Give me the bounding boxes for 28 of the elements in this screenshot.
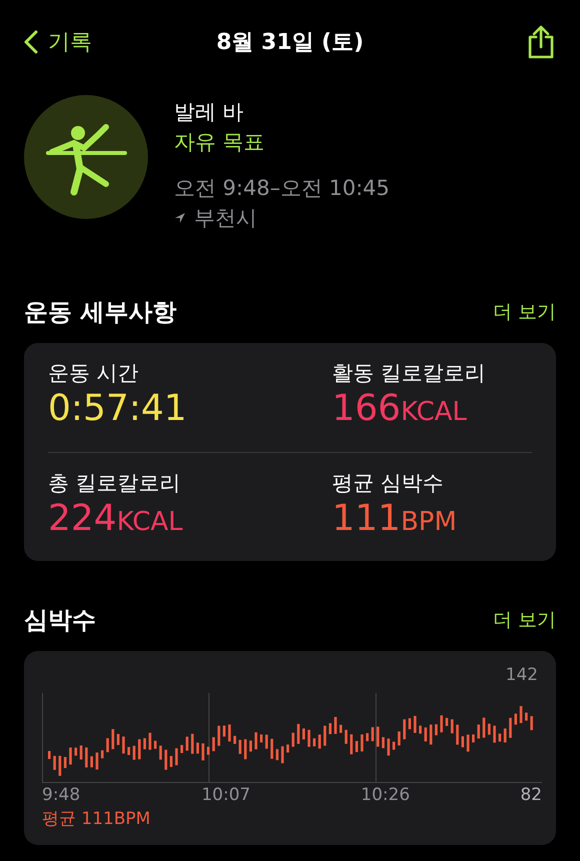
max-label: 142 [506, 665, 538, 687]
location-arrow-icon [174, 212, 186, 224]
chevron-left-icon [24, 30, 38, 54]
metric-value: 0:57:41 [48, 387, 188, 431]
average-label: 평균 111BPM [42, 808, 152, 830]
time-label: 9:48 [42, 785, 82, 805]
metric-value: 224KCAL [48, 496, 184, 540]
section-title: 심박수 [24, 605, 96, 636]
time-label: 10:07 [201, 785, 252, 805]
workout-goal: 자유 목표 [174, 129, 266, 156]
more-link[interactable]: 더 보기 [492, 607, 556, 633]
min-label: 82 [520, 785, 542, 805]
section-title: 운동 세부사항 [24, 297, 176, 328]
share-icon[interactable] [526, 25, 556, 59]
back-button[interactable]: 기록 [24, 27, 92, 57]
more-link[interactable]: 더 보기 [492, 299, 556, 325]
metric-value: 111 BPM [332, 496, 458, 540]
workout-location: 부천시 [194, 205, 257, 232]
metric-value: 166KCAL [332, 387, 468, 431]
workout-time: 오전 9:48–오전 10:45 [174, 175, 390, 202]
nav-title: 8월 31일 (토) [216, 29, 364, 57]
metric-label: 활동 킬로칼로리 [332, 360, 487, 387]
metric-label: 평균 심박수 [332, 470, 445, 496]
metric-label: 총 킬로칼로리 [48, 470, 182, 496]
workout-name: 발레 바 [174, 99, 245, 126]
metric-label: 운동 시간 [48, 360, 140, 387]
time-label: 10:26 [360, 785, 411, 805]
ballet-figure-icon [24, 95, 148, 219]
